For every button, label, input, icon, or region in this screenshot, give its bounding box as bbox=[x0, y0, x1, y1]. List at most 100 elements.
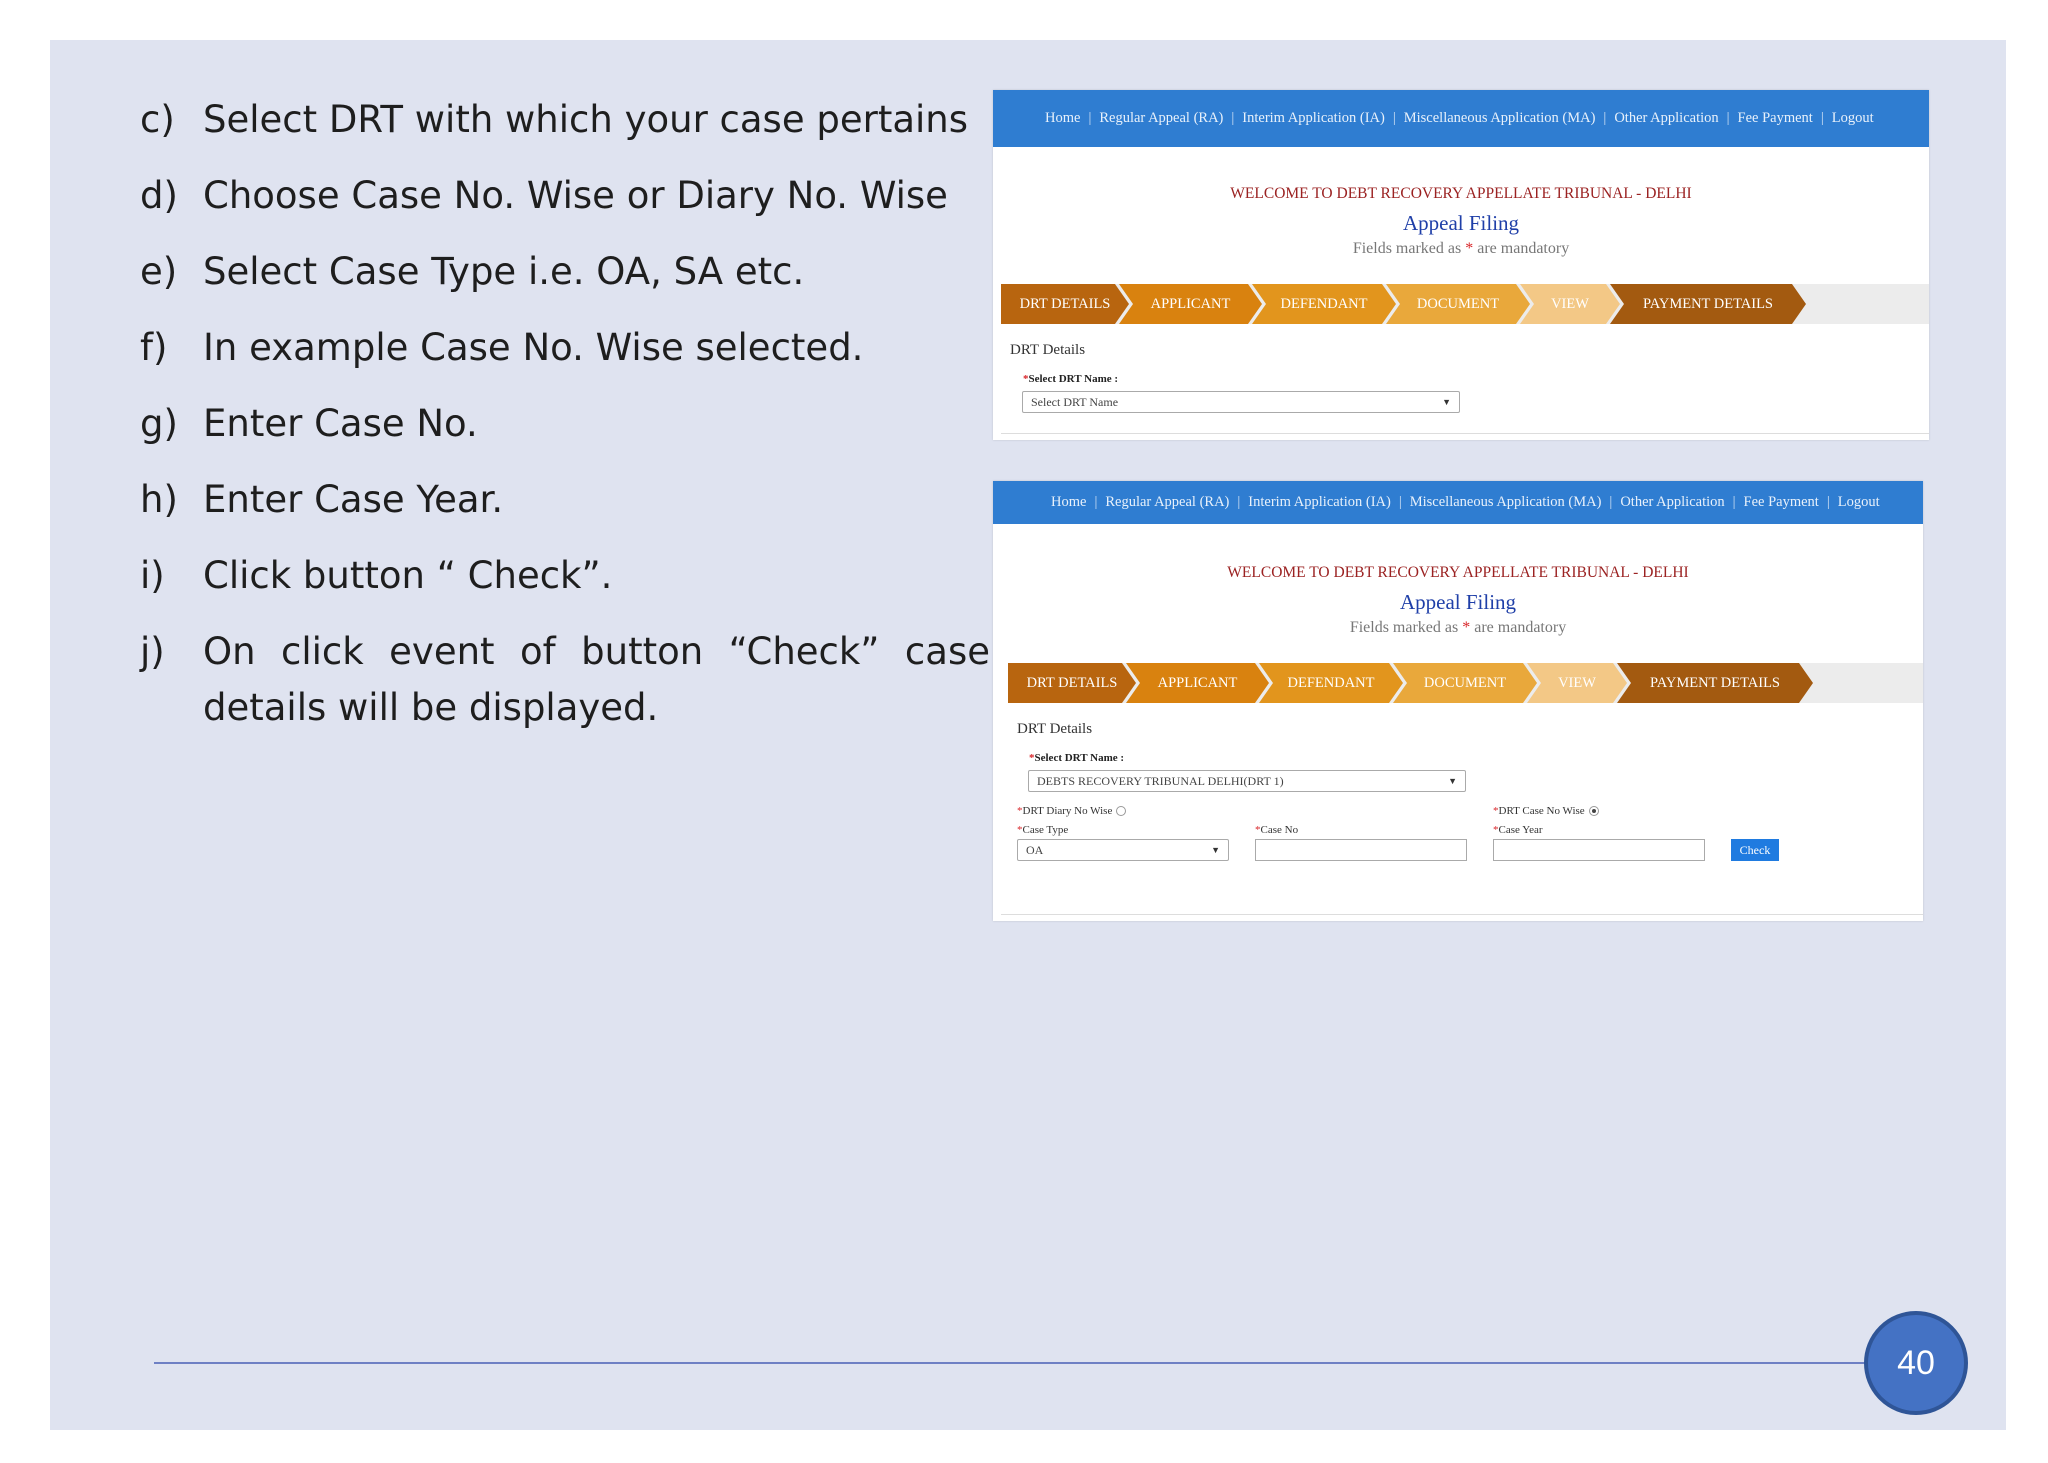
page-title: Appeal Filing bbox=[1402, 211, 1520, 235]
case-no-label: *Case No bbox=[1255, 824, 1298, 836]
mandatory-suffix: are mandatory bbox=[1477, 240, 1570, 257]
section-drt-details: DRT Details bbox=[1010, 342, 1086, 358]
slide: c) Select DRT with which your case pertai… bbox=[50, 40, 2006, 1430]
nav-bar: Home | Regular Appeal (RA) | Interim App… bbox=[993, 90, 1929, 147]
list-marker: g) bbox=[140, 402, 178, 445]
step-drt-details[interactable]: DRT DETAILS bbox=[1008, 663, 1136, 703]
drt-name-select-value: DEBTS RECOVERY TRIBUNAL DELHI(DRT 1) bbox=[1037, 773, 1284, 788]
list-item: f) In example Case No. Wise selected. bbox=[140, 326, 990, 370]
list-item: e) Select Case Type i.e. OA, SA etc. bbox=[140, 250, 990, 294]
step-document[interactable]: DOCUMENT bbox=[1393, 663, 1537, 703]
step-document[interactable]: DOCUMENT bbox=[1386, 284, 1530, 324]
page-title: Appeal Filing bbox=[1399, 590, 1517, 614]
step-applicant[interactable]: APPLICANT bbox=[1119, 284, 1262, 324]
drt-name-label-text: Select DRT Name : bbox=[1034, 752, 1125, 764]
case-wise-radio[interactable] bbox=[1588, 806, 1599, 817]
list-text: Enter Case Year. bbox=[203, 478, 504, 521]
drt-name-select[interactable]: Select DRT Name ▼ bbox=[1022, 391, 1460, 413]
required-star: * bbox=[1462, 619, 1471, 636]
case-no-input[interactable] bbox=[1255, 839, 1467, 861]
welcome-heading: WELCOME TO DEBT RECOVERY APPELLATE TRIBU… bbox=[1230, 185, 1692, 202]
diary-wise-label: DRT Diary No Wise bbox=[1022, 805, 1113, 817]
mandatory-prefix: Fields marked as bbox=[1349, 619, 1459, 636]
case-type-label: *Case Type bbox=[1017, 824, 1068, 836]
nav-separator: | bbox=[1732, 494, 1736, 510]
list-text: In example Case No. Wise selected. bbox=[203, 326, 864, 369]
case-type-select[interactable]: OA ▼ bbox=[1017, 839, 1229, 861]
list-item: g) Enter Case No. bbox=[140, 402, 990, 446]
list-marker: j) bbox=[140, 630, 165, 673]
list-text: Enter Case No. bbox=[203, 402, 478, 445]
drt-name-select[interactable]: DEBTS RECOVERY TRIBUNAL DELHI(DRT 1) ▼ bbox=[1028, 770, 1466, 792]
drt-name-label-text: Select DRT Name : bbox=[1028, 373, 1119, 385]
nav-interim-application[interactable]: Interim Application (IA) bbox=[1242, 110, 1385, 127]
nav-fee-payment[interactable]: Fee Payment bbox=[1744, 494, 1819, 511]
nav-separator: | bbox=[1392, 110, 1396, 126]
list-item: d) Choose Case No. Wise or Diary No. Wise bbox=[140, 174, 990, 218]
step-payment-details[interactable]: PAYMENT DETAILS bbox=[1617, 663, 1813, 703]
nav-separator: | bbox=[1826, 494, 1830, 510]
step-applicant[interactable]: APPLICANT bbox=[1126, 663, 1269, 703]
nav-home[interactable]: Home bbox=[1045, 110, 1080, 127]
list-item: j) On click event of button “Check” case … bbox=[140, 630, 990, 736]
list-item: c) Select DRT with which your case pertai… bbox=[140, 98, 990, 142]
nav-miscellaneous-application[interactable]: Miscellaneous Application (MA) bbox=[1410, 494, 1602, 511]
footer-divider bbox=[154, 1362, 1914, 1364]
check-button[interactable]: Check bbox=[1731, 839, 1779, 861]
case-year-input[interactable] bbox=[1493, 839, 1705, 861]
chevron-down-icon: ▼ bbox=[1448, 776, 1457, 786]
nav-separator: | bbox=[1726, 110, 1730, 126]
nav-other-application[interactable]: Other Application bbox=[1614, 110, 1718, 127]
list-text: Choose Case No. Wise or Diary No. Wise bbox=[203, 174, 948, 217]
nav-regular-appeal[interactable]: Regular Appeal (RA) bbox=[1099, 110, 1223, 127]
case-type-label-text: Case Type bbox=[1022, 824, 1069, 836]
list-marker: f) bbox=[140, 326, 168, 369]
nav-miscellaneous-application[interactable]: Miscellaneous Application (MA) bbox=[1404, 110, 1596, 127]
case-year-label: *Case Year bbox=[1493, 824, 1543, 836]
section-drt-details: DRT Details bbox=[1017, 721, 1093, 737]
list-marker: i) bbox=[140, 554, 165, 597]
step-defendant[interactable]: DEFENDANT bbox=[1259, 663, 1403, 703]
step-view[interactable]: VIEW bbox=[1520, 284, 1620, 324]
list-item: i) Click button “ Check”. bbox=[140, 554, 990, 598]
nav-separator: | bbox=[1603, 110, 1607, 126]
mandatory-note: Fields marked as * are mandatory bbox=[993, 240, 1929, 258]
step-payment-details[interactable]: PAYMENT DETAILS bbox=[1610, 284, 1806, 324]
drt-name-label: *Select DRT Name : bbox=[1029, 752, 1923, 764]
case-wise-option[interactable]: *DRT Case No Wise bbox=[1493, 805, 1599, 817]
required-star: * bbox=[1465, 240, 1474, 257]
nav-separator: | bbox=[1820, 110, 1824, 126]
case-year-label-text: Case Year bbox=[1498, 824, 1543, 836]
page-number-badge: 40 bbox=[1864, 1311, 1968, 1415]
nav-separator: | bbox=[1237, 494, 1241, 510]
divider bbox=[1001, 914, 1923, 915]
wizard-steps: DRT DETAILS APPLICANT DEFENDANT DOCUMENT… bbox=[1001, 284, 1929, 324]
nav-logout[interactable]: Logout bbox=[1832, 110, 1874, 127]
diary-wise-option[interactable]: *DRT Diary No Wise bbox=[1017, 805, 1127, 817]
nav-separator: | bbox=[1398, 494, 1402, 510]
page-number: 40 bbox=[1897, 1343, 1935, 1382]
mandatory-prefix: Fields marked as bbox=[1352, 240, 1462, 257]
nav-fee-payment[interactable]: Fee Payment bbox=[1738, 110, 1813, 127]
step-defendant[interactable]: DEFENDANT bbox=[1252, 284, 1396, 324]
nav-logout[interactable]: Logout bbox=[1838, 494, 1880, 511]
diary-wise-radio[interactable] bbox=[1116, 806, 1127, 817]
mandatory-suffix: are mandatory bbox=[1474, 619, 1567, 636]
nav-home[interactable]: Home bbox=[1051, 494, 1086, 511]
case-type-select-value: OA bbox=[1026, 842, 1044, 857]
nav-other-application[interactable]: Other Application bbox=[1620, 494, 1724, 511]
screenshot-filled-form: Home | Regular Appeal (RA) | Interim App… bbox=[993, 481, 1923, 921]
list-text: On click event of button “Check” case de… bbox=[203, 630, 990, 729]
screenshot-empty-form: Home | Regular Appeal (RA) | Interim App… bbox=[993, 90, 1929, 440]
step-view[interactable]: VIEW bbox=[1527, 663, 1627, 703]
nav-interim-application[interactable]: Interim Application (IA) bbox=[1248, 494, 1391, 511]
list-marker: e) bbox=[140, 250, 178, 293]
nav-separator: | bbox=[1231, 110, 1235, 126]
chevron-down-icon: ▼ bbox=[1442, 397, 1451, 407]
nav-bar: Home | Regular Appeal (RA) | Interim App… bbox=[993, 481, 1923, 524]
nav-regular-appeal[interactable]: Regular Appeal (RA) bbox=[1105, 494, 1229, 511]
step-drt-details[interactable]: DRT DETAILS bbox=[1001, 284, 1129, 324]
nav-separator: | bbox=[1609, 494, 1613, 510]
divider bbox=[1001, 433, 1929, 434]
list-marker: h) bbox=[140, 478, 178, 521]
